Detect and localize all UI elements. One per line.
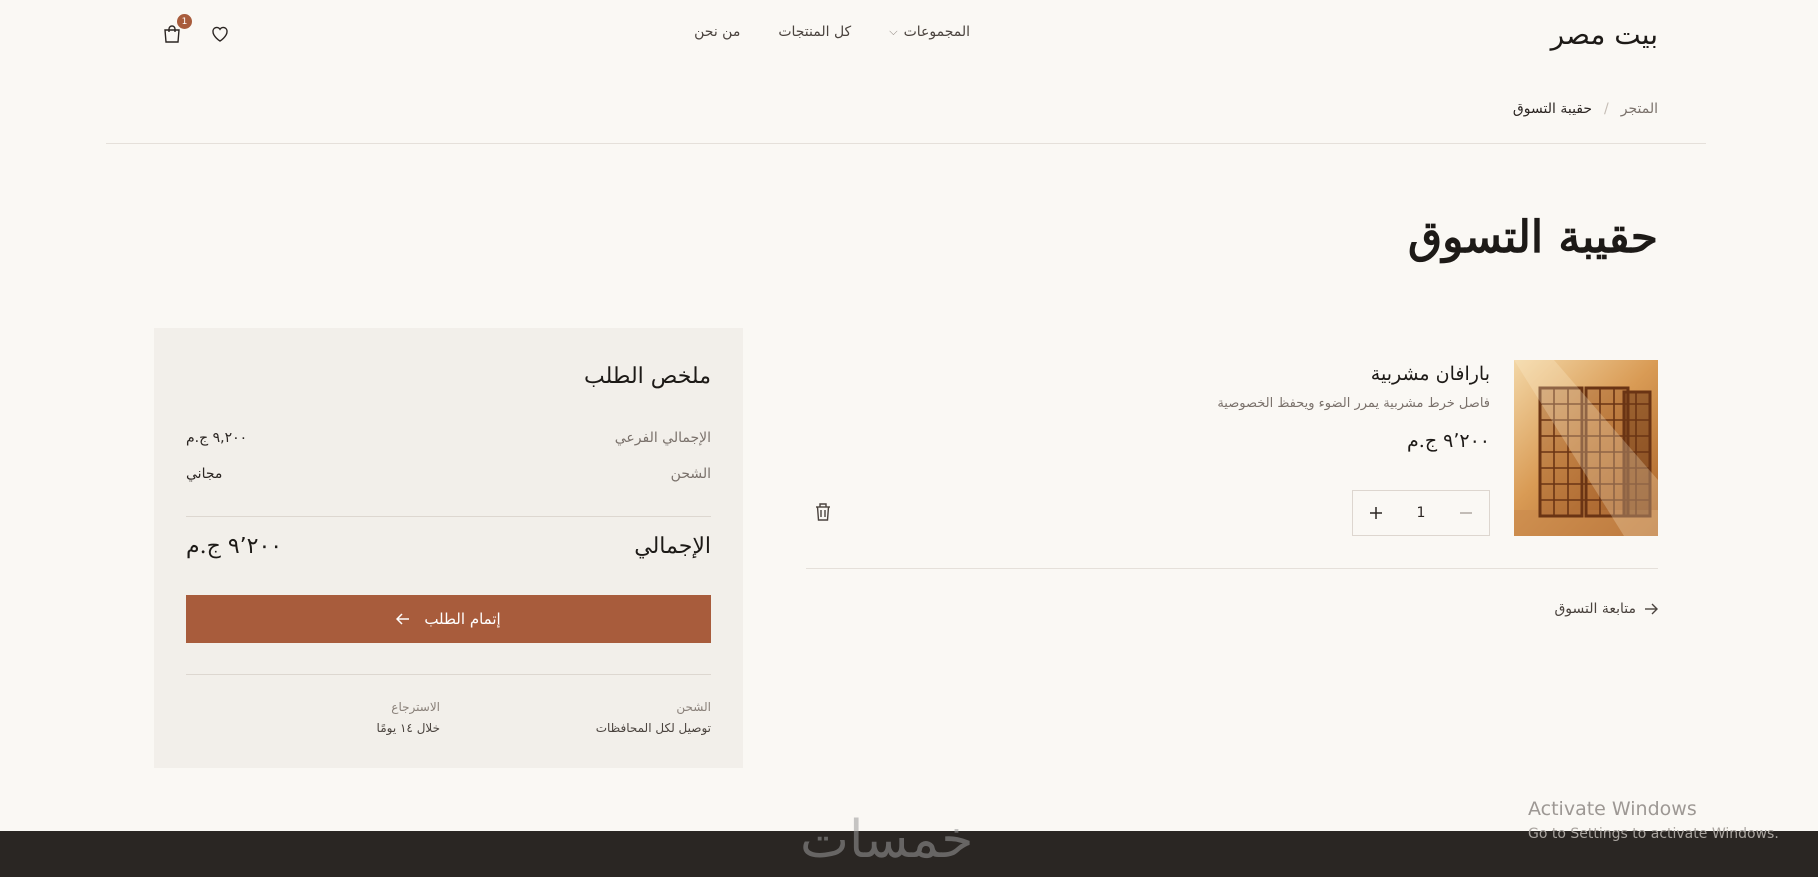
activate-windows-title: Activate Windows [1528,798,1697,820]
breadcrumb-separator: / [1604,101,1609,117]
arrow-left-icon [396,613,410,625]
order-summary-title: ملخص الطلب [584,364,711,389]
nav-item-collections[interactable]: المجموعات ⌵ [889,24,970,40]
watermark-logo: خمسات [800,810,974,870]
returns-info-title: الاسترجاع [391,700,440,714]
item-divider [806,568,1658,569]
header-actions: 1 [160,14,232,46]
site-header: بيت مصر المجموعات ⌵ كل المنتجات من نحن 1 [0,0,1818,70]
returns-info-text: خلال ١٤ يومًا [376,721,440,735]
nav-item-label: من نحن [694,24,741,40]
activate-windows-subtitle: Go to Settings to activate Windows. [1528,826,1779,842]
header-divider [106,143,1706,144]
product-price: ٩٬٢٠٠ ج.م [1407,430,1490,452]
summary-divider [186,674,711,675]
chevron-down-icon: ⌵ [889,25,898,38]
shipping-value: مجاني [186,466,223,482]
decrease-quantity-button[interactable] [1455,502,1477,524]
shipping-row: مجاني الشحن [186,466,711,482]
product-image[interactable] [1514,360,1658,536]
breadcrumb-current: حقيبة التسوق [1512,101,1593,117]
subtotal-value: ٩,٢٠٠ ج.م [186,430,248,446]
checkout-label: إتمام الطلب [424,610,501,628]
summary-divider [186,516,711,517]
total-label: الإجمالي [634,534,711,559]
mashrabiya-screen-image [1514,360,1658,536]
nav-item-label: المجموعات [903,24,970,40]
page-title: حقيبة التسوق [1408,212,1658,263]
shipping-label: الشحن [670,466,711,482]
breadcrumb: المتجر / حقيبة التسوق [1513,101,1658,117]
checkout-button[interactable]: إتمام الطلب [186,595,711,643]
subtotal-label: الإجمالي الفرعي [614,430,711,446]
returns-info: الاسترجاع خلال ١٤ يومًا [377,700,440,735]
shipping-info-text: توصيل لكل المحافظات [595,721,711,735]
minus-icon [1459,512,1472,514]
site-logo[interactable]: بيت مصر [1551,18,1658,51]
shipping-info: الشحن توصيل لكل المحافظات [596,700,711,735]
continue-shopping-label: متابعة التسوق [1554,601,1636,617]
nav-item-label: كل المنتجات [778,24,852,40]
main-nav: المجموعات ⌵ كل المنتجات من نحن [694,24,970,40]
wishlist-button[interactable] [208,22,232,46]
nav-item-all-products[interactable]: كل المنتجات [778,24,851,40]
heart-icon [212,26,228,42]
increase-quantity-button[interactable] [1365,502,1387,524]
continue-shopping-link[interactable]: متابعة التسوق [1554,601,1658,617]
total-value: ٩٬٢٠٠ ج.م [186,534,283,559]
shipping-info-title: الشحن [676,700,711,714]
activate-windows-overlay: Activate Windows Go to Settings to activ… [1528,798,1779,842]
trash-icon [816,503,830,521]
nav-item-about[interactable]: من نحن [694,24,740,40]
quantity-stepper: 1 [1352,490,1490,536]
subtotal-row: ٩,٢٠٠ ج.م الإجمالي الفرعي [186,430,711,446]
total-row: ٩٬٢٠٠ ج.م الإجمالي [186,534,711,559]
remove-item-button[interactable] [814,502,832,526]
cart-button[interactable]: 1 [160,14,192,46]
plus-icon [1370,507,1382,519]
quantity-value[interactable]: 1 [1417,505,1426,521]
cart-count-badge: 1 [177,14,192,29]
arrow-right-icon [1645,603,1658,615]
product-description: فاصل خرط مشربية يمرر الضوء ويحفظ الخصوصي… [1217,396,1490,411]
order-summary-panel: ملخص الطلب ٩,٢٠٠ ج.م الإجمالي الفرعي مجا… [154,328,743,768]
product-name[interactable]: بارافان مشربية [1371,363,1490,385]
breadcrumb-home[interactable]: المتجر [1621,101,1658,117]
